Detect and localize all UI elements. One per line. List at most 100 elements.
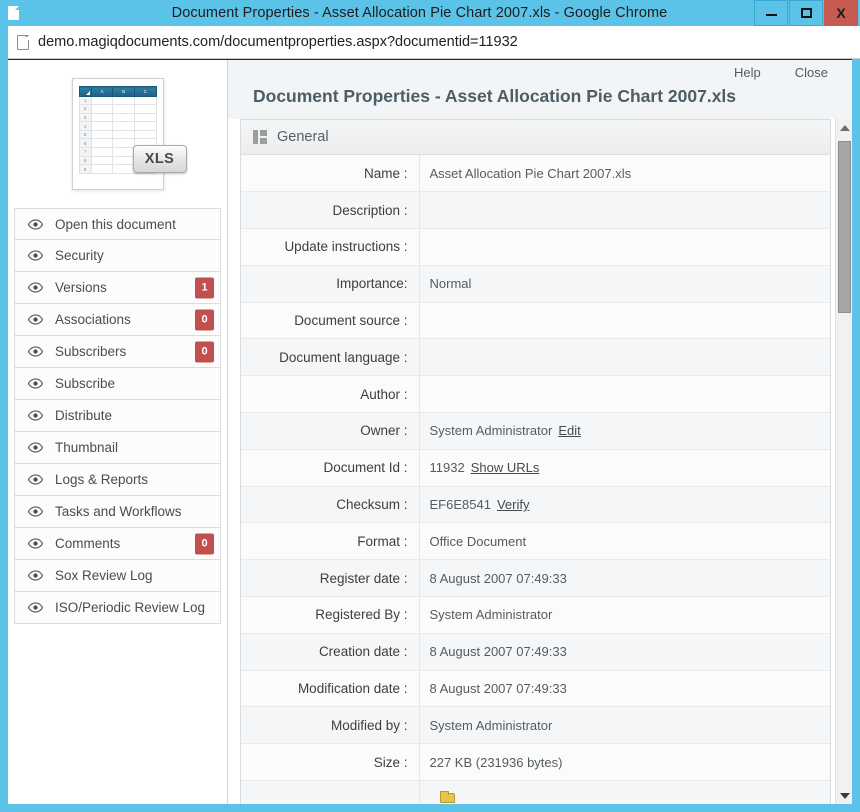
property-value-cell: EF6E8541 Verify [419, 486, 830, 523]
property-row: Document Id : 11932 Show URLs [241, 449, 830, 486]
close-window-button[interactable]: X [824, 0, 858, 26]
verify-link[interactable]: Verify [497, 497, 530, 512]
property-row: Document source : [241, 302, 830, 339]
property-label: Importance: [241, 265, 419, 302]
property-row: Importance: Normal [241, 265, 830, 302]
property-label: Description : [241, 192, 419, 229]
property-value-cell [419, 781, 830, 804]
sheet-row-num: 4 [79, 122, 91, 131]
sidebar-item-security[interactable]: Security [14, 240, 221, 272]
minimize-button[interactable] [754, 0, 788, 26]
property-label: Document source : [241, 302, 419, 339]
address-bar[interactable]: demo.magiqdocuments.com/documentproperti… [8, 26, 860, 59]
property-row: Format :Office Document [241, 523, 830, 560]
property-value-cell: Asset Allocation Pie Chart 2007.xls [419, 155, 830, 192]
property-value: EF6E8541 [430, 497, 491, 512]
property-value-cell [419, 302, 830, 339]
property-label: Name : [241, 155, 419, 192]
sidebar-item-open-this-document[interactable]: Open this document [14, 208, 221, 240]
property-label: Update instructions : [241, 229, 419, 266]
property-value: System Administrator [430, 607, 553, 622]
property-row: Creation date :8 August 2007 07:49:33 [241, 633, 830, 670]
sidebar-item-versions[interactable]: Versions1 [14, 272, 221, 304]
sheet-corner-cell [79, 87, 91, 97]
sidebar-item-label: Distribute [47, 408, 112, 423]
scrollbar-thumb[interactable] [838, 141, 851, 313]
eye-icon [23, 219, 47, 230]
sidebar-item-label: Logs & Reports [47, 472, 148, 487]
property-value: System Administrator [430, 718, 553, 733]
sidebar-item-label: Associations [47, 312, 131, 327]
grid-icon [253, 130, 267, 144]
vertical-scrollbar[interactable] [835, 119, 852, 804]
property-value-cell [419, 339, 830, 376]
property-value: Asset Allocation Pie Chart 2007.xls [430, 166, 632, 181]
page-icon [8, 35, 38, 50]
scroll-region: General Name :Asset Allocation Pie Chart… [228, 119, 852, 804]
general-section-card: General Name :Asset Allocation Pie Chart… [240, 119, 831, 804]
sidebar-filler [8, 786, 227, 804]
sidebar-item-tasks-and-workflows[interactable]: Tasks and Workflows [14, 496, 221, 528]
property-label: Author : [241, 376, 419, 413]
property-row: Description : [241, 192, 830, 229]
eye-icon [23, 442, 47, 453]
header-links: Help Close [244, 60, 836, 84]
eye-icon [23, 506, 47, 517]
sidebar-item-distribute[interactable]: Distribute [14, 400, 221, 432]
sheet-col-c: C [134, 87, 156, 97]
eye-icon [23, 602, 47, 613]
main-panel: Help Close Document Properties - Asset A… [228, 60, 852, 804]
sidebar-item-subscribers[interactable]: Subscribers0 [14, 336, 221, 368]
folder-icon [440, 793, 455, 803]
help-link[interactable]: Help [734, 65, 761, 84]
document-thumbnail[interactable]: A B C 1 2 3 4 5 6 7 8 9 XLS [8, 60, 227, 208]
eye-icon [23, 410, 47, 421]
properties-table: Name : Asset Allocation Pie Chart 2007.xl… [241, 155, 830, 804]
property-value-cell [419, 192, 830, 229]
property-row: Size :227 KB (231936 bytes) [241, 744, 830, 781]
property-row: Register date :8 August 2007 07:49:33 [241, 560, 830, 597]
window-title: Document Properties - Asset Allocation P… [26, 5, 753, 21]
property-value: Normal [430, 276, 472, 291]
eye-icon [23, 250, 47, 261]
sidebar-item-sox-review-log[interactable]: Sox Review Log [14, 560, 221, 592]
sidebar-item-badge: 0 [195, 309, 214, 330]
sidebar-item-associations[interactable]: Associations 0 [14, 304, 221, 336]
sidebar-item-badge: 1 [195, 277, 214, 298]
sidebar-item-thumbnail[interactable]: Thumbnail [14, 432, 221, 464]
sidebar-item-label: Thumbnail [47, 440, 118, 455]
show-urls-link[interactable]: Show URLs [471, 460, 540, 475]
scroll-up-button[interactable] [836, 119, 852, 136]
window-controls: X [753, 0, 858, 26]
property-row: Author : [241, 376, 830, 413]
sheet-row-num: 8 [79, 156, 91, 165]
property-label: Document Id : [241, 449, 419, 486]
property-label: Modified by : [241, 707, 419, 744]
sidebar-item-iso-periodic-review-log[interactable]: ISO/Periodic Review Log [14, 592, 221, 624]
title-bar: Document Properties - Asset Allocation P… [0, 0, 860, 26]
eye-icon [23, 538, 47, 549]
scroll-down-button[interactable] [836, 787, 852, 804]
sidebar-item-label: Security [47, 248, 104, 263]
sidebar-item-logs-reports[interactable]: Logs & Reports [14, 464, 221, 496]
property-value-cell: 8 August 2007 07:49:33 [419, 560, 830, 597]
property-value-cell [419, 229, 830, 266]
property-row: Modified by : System Administrator [241, 707, 830, 744]
sidebar-item-badge: 0 [195, 341, 214, 362]
url-text[interactable]: demo.magiqdocuments.com/documentproperti… [38, 34, 518, 50]
sidebar-item-comments[interactable]: Comments0 [14, 528, 221, 560]
edit-link[interactable]: Edit [558, 423, 580, 438]
close-link[interactable]: Close [795, 65, 828, 84]
sidebar-item-subscribe[interactable]: Subscribe [14, 368, 221, 400]
page-content: A B C 1 2 3 4 5 6 7 8 9 XLS [8, 59, 852, 804]
browser-window: Document Properties - Asset Allocation P… [0, 0, 860, 812]
property-value: 11932 [430, 460, 465, 475]
property-value: 227 KB (231936 bytes) [430, 755, 563, 770]
property-label: Checksum : [241, 486, 419, 523]
maximize-button[interactable] [789, 0, 823, 26]
property-label: Creation date : [241, 633, 419, 670]
property-row: Document language : [241, 339, 830, 376]
property-value: 8 August 2007 07:49:33 [430, 571, 567, 586]
property-value-cell: System Administrator [419, 597, 830, 634]
eye-icon [23, 474, 47, 485]
